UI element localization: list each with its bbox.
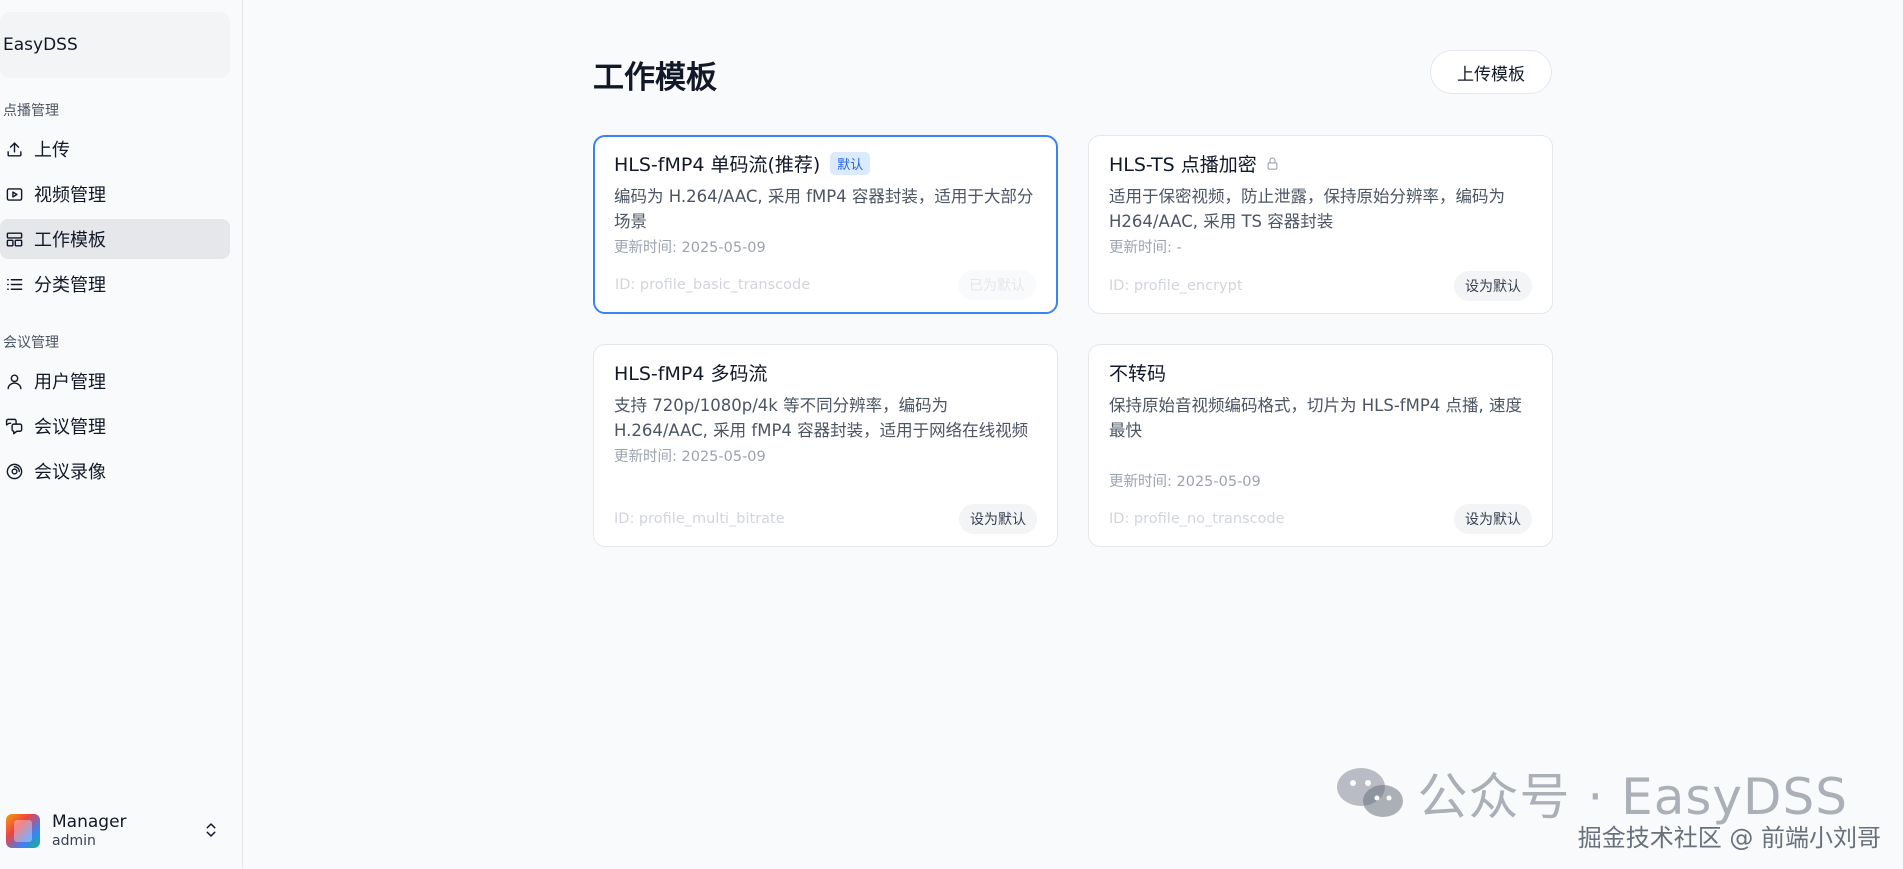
card-title: HLS-fMP4 单码流(推荐) bbox=[614, 153, 821, 176]
list-icon bbox=[4, 274, 24, 294]
sidebar-item-meeting-recordings[interactable]: 会议录像 bbox=[0, 451, 230, 491]
template-card-no-transcode[interactable]: 不转码 保持原始音视频编码格式，切片为 HLS-fMP4 点播, 速度最快 更新… bbox=[1088, 344, 1553, 547]
avatar bbox=[6, 814, 40, 848]
group-label-meeting: 会议管理 bbox=[3, 335, 59, 351]
set-default-button[interactable]: 设为默认 bbox=[1454, 504, 1532, 534]
template-icon bbox=[4, 229, 24, 249]
sidebar-item-label: 分类管理 bbox=[34, 275, 106, 296]
card-id: ID: profile_multi_bitrate bbox=[614, 511, 785, 527]
sidebar-item-video-management[interactable]: 视频管理 bbox=[0, 174, 230, 214]
sidebar-item-upload[interactable]: 上传 bbox=[0, 129, 230, 169]
sidebar-item-label: 工作模板 bbox=[34, 230, 106, 251]
card-update-time: 更新时间: - bbox=[1109, 240, 1182, 256]
card-update-time: 更新时间: 2025-05-09 bbox=[614, 240, 766, 256]
default-badge: 默认 bbox=[830, 151, 871, 175]
card-id: ID: profile_encrypt bbox=[1109, 278, 1243, 294]
user-icon bbox=[4, 371, 24, 391]
card-id: ID: profile_no_transcode bbox=[1109, 511, 1285, 527]
already-default-button: 已为默认 bbox=[958, 270, 1036, 300]
upload-icon bbox=[4, 139, 24, 159]
lock-icon bbox=[1265, 156, 1280, 171]
card-title: 不转码 bbox=[1109, 362, 1167, 385]
user-menu[interactable]: Manager admin bbox=[0, 803, 230, 859]
sidebar-item-label: 会议录像 bbox=[34, 462, 106, 483]
sidebar-item-label: 会议管理 bbox=[34, 417, 106, 438]
set-default-button[interactable]: 设为默认 bbox=[959, 504, 1037, 534]
sidebar-item-label: 视频管理 bbox=[34, 185, 106, 206]
sidebar: EasyDSS 点播管理 上传 视频管理 工作模板 分类管理 会议管理 用户管理… bbox=[0, 0, 243, 869]
user-role: admin bbox=[52, 833, 96, 849]
main-content: 工作模板 上传模板 HLS-fMP4 单码流(推荐) 默认 编码为 H.264/… bbox=[243, 0, 1903, 869]
video-icon bbox=[4, 184, 24, 204]
set-default-button[interactable]: 设为默认 bbox=[1454, 271, 1532, 301]
group-label-vod: 点播管理 bbox=[3, 103, 59, 119]
wechat-icon bbox=[1335, 765, 1405, 821]
sidebar-item-category-management[interactable]: 分类管理 bbox=[0, 264, 230, 304]
card-title: HLS-fMP4 多码流 bbox=[614, 362, 768, 385]
card-description: 支持 720p/1080p/4k 等不同分辨率，编码为 H.264/AAC, 采… bbox=[614, 396, 1029, 440]
card-title: HLS-TS 点播加密 bbox=[1109, 153, 1257, 176]
user-name: Manager bbox=[52, 812, 127, 832]
template-card-encrypt[interactable]: HLS-TS 点播加密 适用于保密视频，防止泄露，保持原始分辨率，编码为 H26… bbox=[1088, 135, 1553, 314]
card-id: ID: profile_basic_transcode bbox=[615, 277, 811, 293]
card-description: 编码为 H.264/AAC, 采用 fMP4 容器封装，适用于大部分场景 bbox=[614, 187, 1034, 231]
sidebar-item-label: 用户管理 bbox=[34, 372, 106, 393]
template-card-basic-transcode[interactable]: HLS-fMP4 单码流(推荐) 默认 编码为 H.264/AAC, 采用 fM… bbox=[593, 135, 1058, 314]
chevron-up-down-icon[interactable] bbox=[202, 821, 222, 841]
upload-template-button[interactable]: 上传模板 bbox=[1430, 50, 1552, 94]
chat-icon bbox=[4, 416, 24, 436]
card-description: 适用于保密视频，防止泄露，保持原始分辨率，编码为 H264/AAC, 采用 TS… bbox=[1109, 187, 1505, 231]
page-title: 工作模板 bbox=[593, 60, 717, 96]
card-update-time: 更新时间: 2025-05-09 bbox=[1109, 474, 1261, 490]
sidebar-item-user-management[interactable]: 用户管理 bbox=[0, 361, 230, 401]
record-icon bbox=[4, 461, 24, 481]
template-card-multi-bitrate[interactable]: HLS-fMP4 多码流 支持 720p/1080p/4k 等不同分辨率，编码为… bbox=[593, 344, 1058, 547]
sidebar-item-work-templates[interactable]: 工作模板 bbox=[0, 219, 230, 259]
user-info: Manager admin bbox=[52, 812, 127, 850]
app-root: EasyDSS 点播管理 上传 视频管理 工作模板 分类管理 会议管理 用户管理… bbox=[0, 0, 1903, 869]
sidebar-item-meeting-management[interactable]: 会议管理 bbox=[0, 406, 230, 446]
card-description: 保持原始音视频编码格式，切片为 HLS-fMP4 点播, 速度最快 bbox=[1109, 396, 1522, 440]
sidebar-item-label: 上传 bbox=[34, 140, 70, 161]
brand-logo[interactable]: EasyDSS bbox=[0, 12, 230, 78]
card-update-time: 更新时间: 2025-05-09 bbox=[614, 449, 766, 465]
watermark-sub: 掘金技术社区 @ 前端小刘哥 bbox=[1577, 824, 1881, 852]
